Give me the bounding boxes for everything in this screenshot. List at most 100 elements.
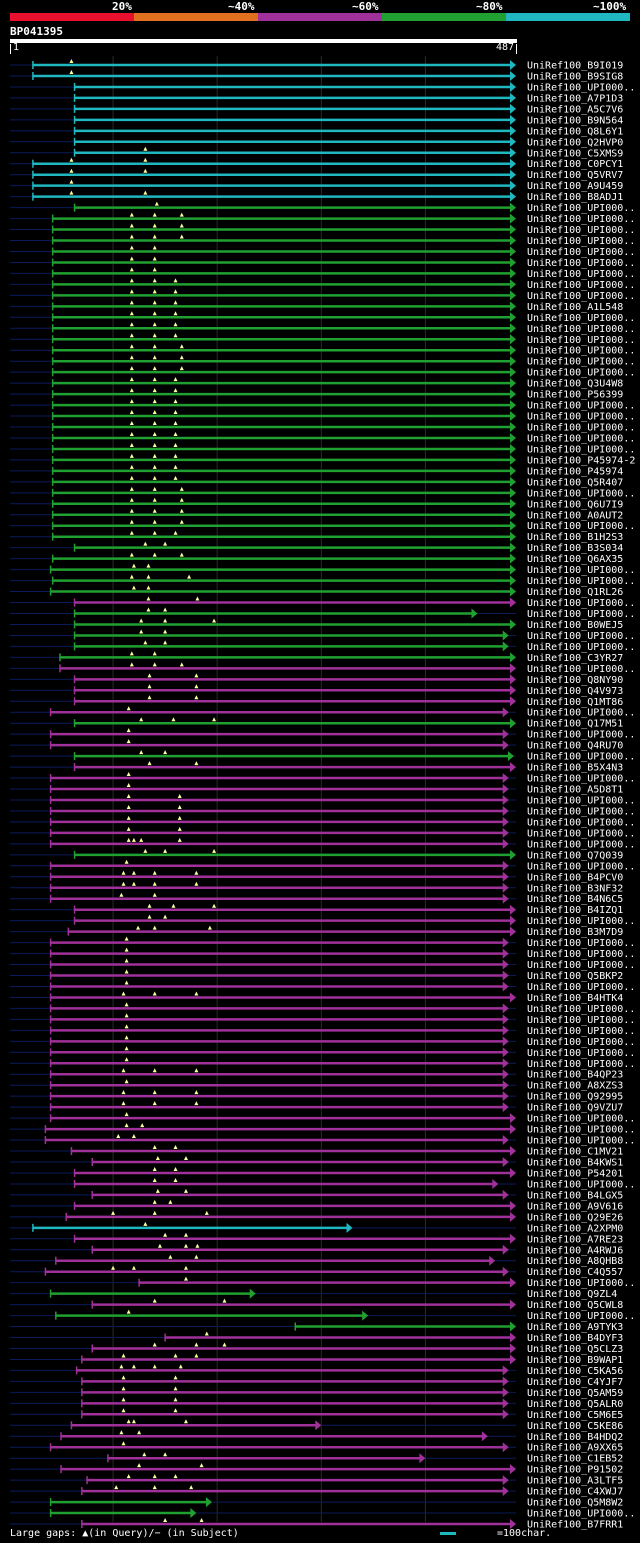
hit-label[interactable]: UniRef100_UPI000.. (527, 444, 635, 455)
hit-label[interactable]: UniRef100_B4LGX5 (527, 1190, 623, 1201)
hit-label[interactable]: UniRef100_B9I019 (527, 61, 623, 72)
hit-label[interactable]: UniRef100_Q92995 (527, 1092, 623, 1103)
hit-label[interactable]: UniRef100_UPI000.. (527, 423, 635, 434)
hit-label[interactable]: UniRef100_A8XZS3 (527, 1081, 623, 1092)
hit-label[interactable]: UniRef100_UPI000.. (527, 565, 635, 576)
hit-label[interactable]: UniRef100_UPI000.. (527, 247, 635, 258)
hit-label[interactable]: UniRef100_UPI000.. (527, 433, 635, 444)
hit-label[interactable]: UniRef100_B4HDQ2 (527, 1432, 623, 1443)
hit-label[interactable]: UniRef100_UPI000.. (527, 313, 635, 324)
hit-label[interactable]: UniRef100_Q8L6Y1 (527, 126, 623, 137)
hit-label[interactable]: UniRef100_UPI000.. (527, 1509, 635, 1520)
hit-label[interactable]: UniRef100_Q3U4W8 (527, 379, 623, 390)
hit-label[interactable]: UniRef100_UPI000.. (527, 280, 635, 291)
hit-label[interactable]: UniRef100_Q9VZU7 (527, 1103, 623, 1114)
hit-label[interactable]: UniRef100_Q5CWL8 (527, 1300, 623, 1311)
hit-label[interactable]: UniRef100_UPI000.. (527, 828, 635, 839)
hit-label[interactable]: UniRef100_A2XPM0 (527, 1223, 623, 1234)
hit-label[interactable]: UniRef100_Q2HVP0 (527, 137, 623, 148)
hit-label[interactable]: UniRef100_Q1MT86 (527, 697, 623, 708)
hit-label[interactable]: UniRef100_Q7Q039 (527, 850, 623, 861)
hit-label[interactable]: UniRef100_B9SIG8 (527, 71, 623, 82)
hit-label[interactable]: UniRef100_B8ADJ1 (527, 192, 623, 203)
hit-label[interactable]: UniRef100_C4YJF7 (527, 1377, 623, 1388)
hit-label[interactable]: UniRef100_UPI000.. (527, 642, 635, 653)
hit-label[interactable]: UniRef100_Q4V973 (527, 686, 623, 697)
hit-label[interactable]: UniRef100_Q29E26 (527, 1212, 623, 1223)
hit-label[interactable]: UniRef100_C1MV21 (527, 1147, 623, 1158)
hit-label[interactable]: UniRef100_C4XWJ7 (527, 1487, 623, 1498)
hit-label[interactable]: UniRef100_B3S034 (527, 543, 623, 554)
hit-label[interactable]: UniRef100_UPI000.. (527, 1004, 635, 1015)
hit-label[interactable]: UniRef100_C5KE86 (527, 1421, 623, 1432)
hit-label[interactable]: UniRef100_UPI000.. (527, 236, 635, 247)
hit-label[interactable]: UniRef100_UPI000.. (527, 938, 635, 949)
hit-label[interactable]: UniRef100_UPI000.. (527, 269, 635, 280)
hit-label[interactable]: UniRef100_UPI000.. (527, 225, 635, 236)
hit-label[interactable]: UniRef100_Q8NY90 (527, 675, 623, 686)
hit-label[interactable]: UniRef100_B1H2S3 (527, 532, 623, 543)
hit-label[interactable]: UniRef100_A7P1D3 (527, 93, 623, 104)
hit-label[interactable]: UniRef100_A9V616 (527, 1201, 623, 1212)
hit-label[interactable]: UniRef100_B4N6C5 (527, 894, 623, 905)
hit-label[interactable]: UniRef100_C3YR27 (527, 653, 623, 664)
hit-label[interactable]: UniRef100_B4DYF3 (527, 1333, 623, 1344)
hit-label[interactable]: UniRef100_UPI000.. (527, 214, 635, 225)
hit-label[interactable]: UniRef100_A9XX65 (527, 1443, 623, 1454)
hit-label[interactable]: UniRef100_B4KWS1 (527, 1158, 623, 1169)
hit-label[interactable]: UniRef100_UPI000.. (527, 258, 635, 269)
hit-label[interactable]: UniRef100_A1L548 (527, 302, 623, 313)
hit-label[interactable]: UniRef100_UPI000.. (527, 488, 635, 499)
hit-label[interactable]: UniRef100_UPI000.. (527, 774, 635, 785)
hit-label[interactable]: UniRef100_UPI000.. (527, 960, 635, 971)
hit-label[interactable]: UniRef100_Q9ZL4 (527, 1289, 617, 1300)
hit-label[interactable]: UniRef100_Q5ALR0 (527, 1399, 623, 1410)
hit-label[interactable]: UniRef100_P56399 (527, 390, 623, 401)
hit-label[interactable]: UniRef100_Q6U7I9 (527, 499, 623, 510)
hit-label[interactable]: UniRef100_UPI000.. (527, 335, 635, 346)
hit-label[interactable]: UniRef100_UPI000.. (527, 346, 635, 357)
hit-label[interactable]: UniRef100_A7RE23 (527, 1234, 623, 1245)
hit-label[interactable]: UniRef100_UPI000.. (527, 916, 635, 927)
hit-label[interactable]: UniRef100_P45974 (527, 466, 623, 477)
hit-label[interactable]: UniRef100_UPI000.. (527, 521, 635, 532)
hit-label[interactable]: UniRef100_UPI000.. (527, 203, 635, 214)
hit-label[interactable]: UniRef100_B0WEJ5 (527, 620, 623, 631)
hit-label[interactable]: UniRef100_A5D8T1 (527, 785, 623, 796)
hit-label[interactable]: UniRef100_UPI000.. (527, 949, 635, 960)
hit-label[interactable]: UniRef100_UPI000.. (527, 1125, 635, 1136)
hit-label[interactable]: UniRef100_C5KA56 (527, 1366, 623, 1377)
hit-label[interactable]: UniRef100_Q6AX35 (527, 554, 623, 565)
hit-label[interactable]: UniRef100_A0AUT2 (527, 510, 623, 521)
hit-label[interactable]: UniRef100_A9TYK3 (527, 1322, 623, 1333)
hit-label[interactable]: UniRef100_UPI000.. (527, 291, 635, 302)
hit-label[interactable]: UniRef100_UPI000.. (527, 795, 635, 806)
hit-label[interactable]: UniRef100_Q5M8W2 (527, 1498, 623, 1509)
hit-label[interactable]: UniRef100_UPI000.. (527, 982, 635, 993)
hit-label[interactable]: UniRef100_UPI000.. (527, 806, 635, 817)
hit-label[interactable]: UniRef100_UPI000.. (527, 1059, 635, 1070)
hit-label[interactable]: UniRef100_Q17M51 (527, 719, 623, 730)
hit-label[interactable]: UniRef100_UPI000.. (527, 1037, 635, 1048)
hit-label[interactable]: UniRef100_A9U459 (527, 181, 623, 192)
hit-label[interactable]: UniRef100_C5XMS9 (527, 148, 623, 159)
hit-label[interactable]: UniRef100_A8QHB8 (527, 1256, 623, 1267)
hit-label[interactable]: UniRef100_A5C7V6 (527, 104, 623, 115)
hit-label[interactable]: UniRef100_UPI000.. (527, 817, 635, 828)
hit-label[interactable]: UniRef100_B4IZQ1 (527, 905, 623, 916)
hit-label[interactable]: UniRef100_B9WAP1 (527, 1355, 623, 1366)
hit-label[interactable]: UniRef100_UPI000.. (527, 598, 635, 609)
hit-label[interactable]: UniRef100_P45974-2 (527, 455, 635, 466)
hit-label[interactable]: UniRef100_UPI000.. (527, 82, 635, 93)
hit-label[interactable]: UniRef100_Q5CLZ3 (527, 1344, 623, 1355)
hit-label[interactable]: UniRef100_B3NF32 (527, 883, 623, 894)
hit-label[interactable]: UniRef100_UPI000.. (527, 324, 635, 335)
hit-label[interactable]: UniRef100_UPI000.. (527, 1179, 635, 1190)
hit-label[interactable]: UniRef100_UPI000.. (527, 1278, 635, 1289)
hit-label[interactable]: UniRef100_UPI000.. (527, 1311, 635, 1322)
hit-label[interactable]: UniRef100_Q5VRV7 (527, 170, 623, 181)
hit-label[interactable]: UniRef100_UPI000.. (527, 1048, 635, 1059)
hit-label[interactable]: UniRef100_UPI000.. (527, 412, 635, 423)
hit-label[interactable]: UniRef100_C0PCY1 (527, 159, 623, 170)
hit-label[interactable]: UniRef100_A3LTF5 (527, 1476, 623, 1487)
